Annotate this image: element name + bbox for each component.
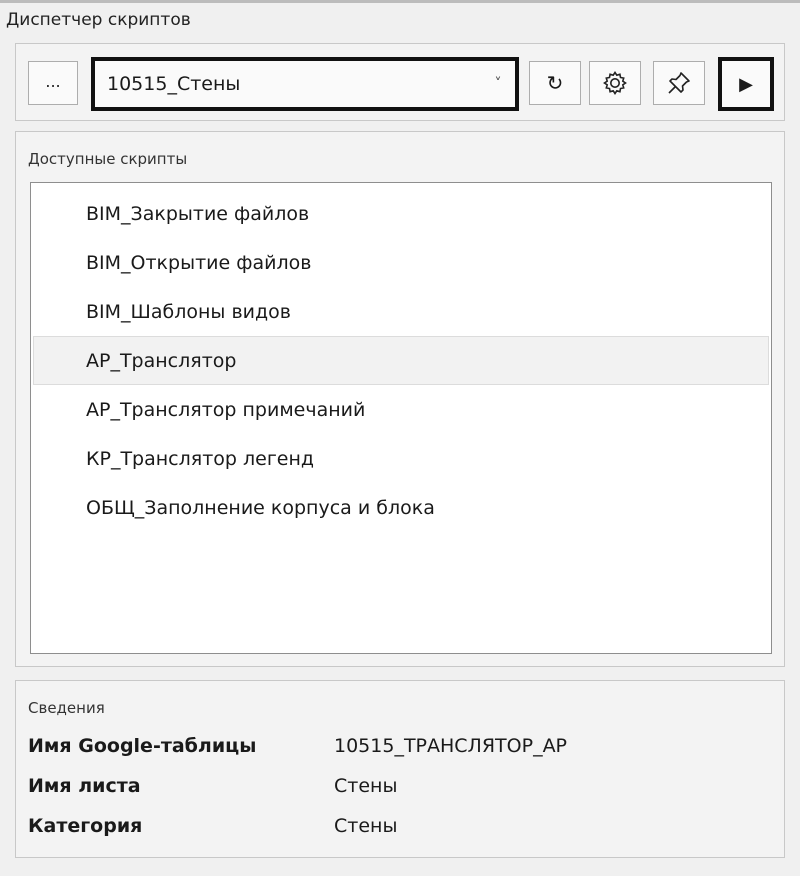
pin-icon — [668, 72, 690, 94]
info-key: Имя Google-таблицы — [28, 735, 257, 757]
info-value: 10515_ТРАНСЛЯТОР_АР — [334, 735, 568, 757]
info-key: Имя листа — [28, 775, 141, 797]
window-title: Диспетчер скриптов — [0, 0, 800, 38]
list-item[interactable]: КР_Транслятор легенд — [33, 434, 769, 483]
table-select-value: 10515_Стены — [107, 73, 241, 95]
info-key: Категория — [28, 815, 143, 837]
scripts-group-label: Доступные скрипты — [28, 150, 188, 168]
info-group: Сведения Имя Google-таблицы 10515_ТРАНСЛЯ… — [15, 680, 785, 858]
info-group-label: Сведения — [28, 699, 105, 717]
list-item[interactable]: ОБЩ_Заполнение корпуса и блока — [33, 483, 769, 532]
scripts-list[interactable]: BIM_Закрытие файлов BIM_Открытие файлов … — [30, 182, 772, 654]
chevron-down-icon: ˅ — [494, 76, 502, 92]
gear-icon — [603, 71, 627, 95]
run-button[interactable]: ▶ — [718, 57, 774, 111]
list-item[interactable]: BIM_Закрытие файлов — [33, 189, 769, 238]
settings-button[interactable] — [589, 61, 641, 105]
pin-button[interactable] — [653, 61, 705, 105]
info-value: Стены — [334, 775, 398, 797]
info-row-category: Категория Стены — [28, 815, 397, 837]
info-row-sheet-name: Имя листа Стены — [28, 775, 397, 797]
browse-button[interactable]: ... — [28, 61, 78, 105]
play-icon: ▶ — [739, 73, 753, 95]
list-item[interactable]: BIM_Шаблоны видов — [33, 287, 769, 336]
info-row-table-name: Имя Google-таблицы 10515_ТРАНСЛЯТОР_АР — [28, 735, 567, 757]
list-item[interactable]: АР_Транслятор примечаний — [33, 385, 769, 434]
list-item-selected[interactable]: АР_Транслятор — [33, 336, 769, 385]
toolbar: ... 10515_Стены ˅ ↻ ▶ — [15, 43, 785, 121]
list-item[interactable]: BIM_Открытие файлов — [33, 238, 769, 287]
info-value: Стены — [334, 815, 398, 837]
table-select[interactable]: 10515_Стены ˅ — [91, 57, 519, 111]
refresh-icon: ↻ — [546, 71, 564, 95]
refresh-button[interactable]: ↻ — [529, 61, 581, 105]
scripts-group: Доступные скрипты BIM_Закрытие файлов BI… — [15, 131, 785, 667]
